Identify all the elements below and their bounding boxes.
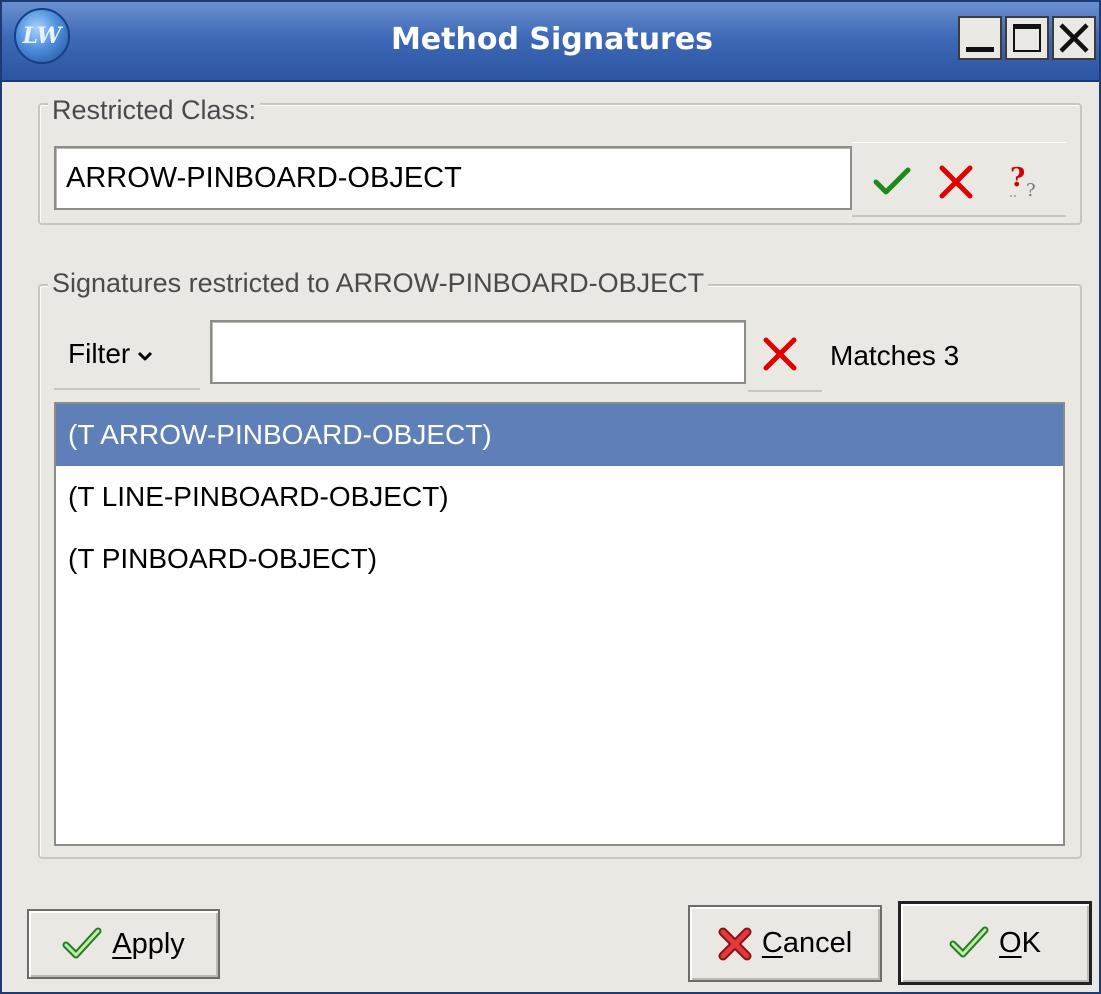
checkmark-icon bbox=[873, 167, 911, 195]
matches-count: Matches 3 bbox=[830, 340, 960, 371]
list-item[interactable]: (T PINBOARD-OBJECT) bbox=[56, 528, 1063, 590]
close-icon bbox=[1059, 23, 1089, 53]
cancel-label-rest: ancel bbox=[782, 927, 853, 959]
apply-class-button[interactable] bbox=[868, 158, 916, 206]
restricted-class-input[interactable] bbox=[54, 146, 852, 210]
svg-text:?: ? bbox=[1026, 180, 1036, 201]
signatures-group-label: Signatures restricted to ARROW-PINBOARD-… bbox=[48, 268, 709, 299]
ok-button[interactable]: OK bbox=[898, 901, 1092, 985]
ok-label-rest: K bbox=[1021, 926, 1041, 959]
signatures-list[interactable]: (T ARROW-PINBOARD-OBJECT) (T LINE-PINBOAR… bbox=[54, 402, 1065, 846]
maximize-button[interactable] bbox=[1005, 16, 1049, 60]
restricted-class-label: Restricted Class: bbox=[48, 95, 261, 126]
filter-input[interactable] bbox=[210, 320, 746, 384]
checkmark-icon bbox=[62, 927, 102, 961]
list-item[interactable]: (T ARROW-PINBOARD-OBJECT) bbox=[56, 404, 1063, 466]
window-title: Method Signatures bbox=[390, 22, 714, 57]
apply-mnemonic: A bbox=[112, 927, 132, 960]
cancel-button[interactable]: Cancel bbox=[688, 905, 882, 982]
clear-filter-button[interactable] bbox=[758, 334, 806, 382]
minimize-button[interactable] bbox=[958, 16, 1002, 60]
question-mark-icon: ? ? bbox=[1010, 163, 1036, 201]
list-item[interactable]: (T LINE-PINBOARD-OBJECT) bbox=[56, 466, 1063, 528]
title-bar[interactable]: LW Method Signatures bbox=[2, 2, 1099, 82]
cancel-mnemonic: C bbox=[761, 927, 783, 959]
close-button[interactable] bbox=[1052, 16, 1096, 60]
apply-button[interactable]: Apply bbox=[27, 909, 220, 979]
red-x-icon bbox=[939, 165, 973, 199]
app-logo-icon[interactable]: LW bbox=[14, 8, 70, 64]
app-logo-text: LW bbox=[22, 23, 62, 49]
red-x-icon bbox=[763, 337, 797, 371]
apply-label-rest: pply bbox=[131, 927, 185, 960]
red-x-icon bbox=[718, 927, 752, 961]
clear-class-button[interactable] bbox=[932, 158, 980, 206]
chevron-down-icon bbox=[136, 338, 154, 370]
filter-dropdown[interactable]: Filter bbox=[54, 320, 200, 390]
ok-mnemonic: O bbox=[999, 926, 1022, 959]
filter-label: Filter bbox=[68, 338, 131, 369]
method-signatures-dialog: LW Method Signatures Restricted Class: ?… bbox=[0, 0, 1101, 994]
svg-text:?: ? bbox=[1010, 163, 1025, 193]
help-class-button[interactable]: ? ? bbox=[1004, 156, 1052, 204]
checkmark-icon bbox=[949, 926, 989, 960]
